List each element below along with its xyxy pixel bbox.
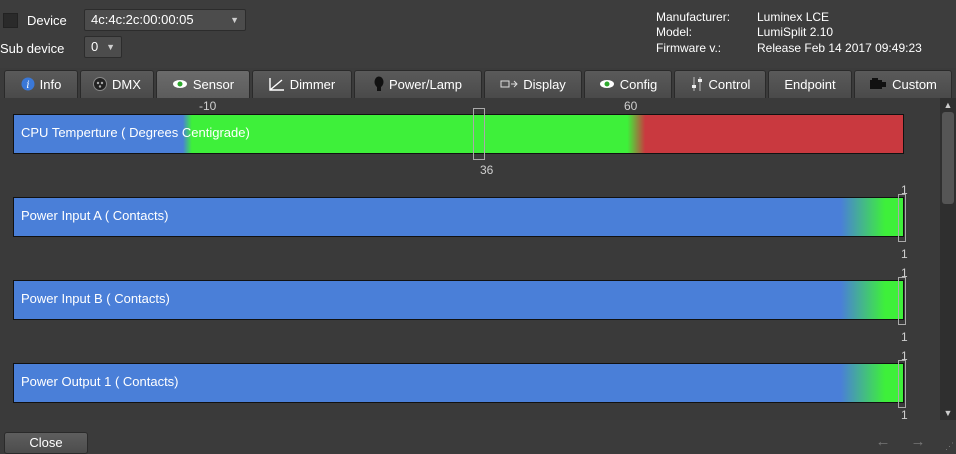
subdevice-label: Sub device xyxy=(0,41,65,56)
vertical-scrollbar[interactable]: ▲ ▼ xyxy=(940,98,956,420)
tab-bar: i Info DMX Sensor Dimmer Power/Lamp Disp… xyxy=(0,70,956,98)
tab-custom[interactable]: Custom xyxy=(854,70,952,98)
tab-label: DMX xyxy=(112,77,141,92)
model-value: LumiSplit 2.10 xyxy=(757,25,834,39)
cpu-max-tick: 60 xyxy=(624,99,638,113)
back-arrow-icon[interactable]: ← xyxy=(870,432,896,452)
device-select-value: 4c:4c:2c:00:00:05 xyxy=(91,12,194,27)
dimmer-curve-icon xyxy=(269,77,285,93)
device-label: Device xyxy=(27,13,67,28)
info-icon: i xyxy=(21,77,35,93)
current-value-marker xyxy=(473,108,485,160)
tab-label: Custom xyxy=(892,77,937,92)
scroll-up-icon[interactable]: ▲ xyxy=(940,98,956,112)
tab-label: Power/Lamp xyxy=(389,77,462,92)
tab-label: Display xyxy=(523,77,566,92)
subdevice-select-value: 0 xyxy=(91,39,99,54)
sensor-label: Power Output 1 ( Contacts) xyxy=(21,374,179,389)
manufacturer-value: Luminex LCE xyxy=(757,10,830,24)
model-label: Model: xyxy=(656,25,693,39)
control-icon xyxy=(690,76,704,94)
display-icon xyxy=(500,78,518,91)
tab-endpoint[interactable]: Endpoint xyxy=(768,70,852,98)
sensor-bar-power-input-a: Power Input A ( Contacts) xyxy=(13,197,904,237)
device-color-swatch xyxy=(3,13,18,28)
eye-icon xyxy=(599,78,615,91)
tab-label: Config xyxy=(619,77,658,92)
device-header: Device 4c:4c:2c:00:00:05 ▼ Sub device 0 … xyxy=(0,0,956,68)
forward-arrow-icon[interactable]: → xyxy=(905,432,931,452)
firmware-label: Firmware v.: xyxy=(656,41,722,55)
chevron-down-icon: ▼ xyxy=(230,15,239,25)
tab-config[interactable]: Config xyxy=(584,70,672,98)
sensor-bar-power-input-b: Power Input B ( Contacts) xyxy=(13,280,904,320)
sensor-panel: -10 60 CPU Temperture ( Degrees Centigra… xyxy=(0,98,940,420)
custom-icon xyxy=(869,77,887,93)
footer: Close ← → ⋰ xyxy=(0,420,956,454)
sensor-bar-power-output-1: Power Output 1 ( Contacts) xyxy=(13,363,904,403)
device-select[interactable]: 4c:4c:2c:00:00:05 ▼ xyxy=(84,9,246,31)
cpu-min-tick: -10 xyxy=(199,99,217,113)
tab-info[interactable]: i Info xyxy=(4,70,78,98)
tab-label: Sensor xyxy=(192,77,235,92)
sensor-bar-cpu-temperature: CPU Temperture ( Degrees Centigrade) xyxy=(13,114,904,154)
resize-grip-icon[interactable]: ⋰ xyxy=(945,441,954,452)
bulb-icon xyxy=(374,76,384,94)
scrollbar-thumb[interactable] xyxy=(942,112,954,204)
current-value-marker xyxy=(898,360,906,408)
tab-label: Endpoint xyxy=(784,77,836,92)
scroll-down-icon[interactable]: ▼ xyxy=(940,406,956,420)
tab-label: Info xyxy=(39,77,62,92)
sensor-label: CPU Temperture ( Degrees Centigrade) xyxy=(21,125,250,140)
sensor-bottom-tick: 1 xyxy=(901,330,908,344)
current-value-marker xyxy=(898,194,906,242)
tab-power-lamp[interactable]: Power/Lamp xyxy=(354,70,482,98)
sensor-bottom-tick: 1 xyxy=(901,247,908,261)
subdevice-select[interactable]: 0 ▼ xyxy=(84,36,122,58)
tab-dimmer[interactable]: Dimmer xyxy=(252,70,352,98)
tab-display[interactable]: Display xyxy=(484,70,582,98)
tab-label: Control xyxy=(708,77,751,92)
current-value-marker xyxy=(898,277,906,325)
sensor-label: Power Input B ( Contacts) xyxy=(21,291,170,306)
manufacturer-label: Manufacturer: xyxy=(656,10,731,24)
close-button[interactable]: Close xyxy=(4,432,88,454)
svg-text:i: i xyxy=(26,80,29,91)
tab-label: Dimmer xyxy=(289,77,336,92)
cpu-current-value: 36 xyxy=(480,163,494,177)
dmx-icon xyxy=(93,76,108,93)
tab-control[interactable]: Control xyxy=(674,70,766,98)
tab-dmx[interactable]: DMX xyxy=(80,70,154,98)
sensor-label: Power Input A ( Contacts) xyxy=(21,208,169,223)
tab-sensor[interactable]: Sensor xyxy=(156,70,250,98)
firmware-value: Release Feb 14 2017 09:49:23 xyxy=(757,41,922,55)
eye-icon xyxy=(172,78,188,91)
chevron-down-icon: ▼ xyxy=(106,42,115,52)
sensor-bottom-tick: 1 xyxy=(901,408,908,420)
